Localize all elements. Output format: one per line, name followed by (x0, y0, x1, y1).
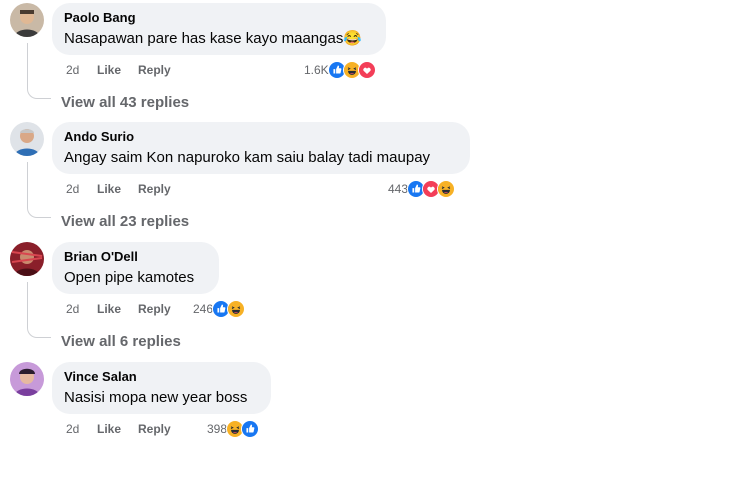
comment-author[interactable]: Paolo Bang (64, 10, 374, 26)
view-replies-link[interactable]: View all 43 replies (61, 94, 189, 112)
comment-2: Ando Surio Angay saim Kon napuroko kam s… (0, 122, 750, 242)
comment-1: Paolo Bang Nasapawan pare has kase kayo … (0, 3, 750, 123)
comment-bubble: Ando Surio Angay saim Kon napuroko kam s… (52, 122, 470, 174)
view-replies-link[interactable]: View all 23 replies (61, 213, 189, 231)
comment-text: Nasapawan pare has kase kayo maangas😂 (64, 30, 363, 47)
reaction-count: 398 (207, 422, 228, 436)
reply-button[interactable]: Reply (138, 421, 171, 437)
reply-thread-line (27, 282, 51, 338)
comment-time[interactable]: 2d (66, 62, 79, 78)
comment-time[interactable]: 2d (66, 181, 79, 197)
reaction-summary[interactable]: 398 (207, 419, 260, 439)
comment-bubble: Paolo Bang Nasapawan pare has kase kayo … (52, 3, 386, 55)
reaction-count: 443 (388, 182, 409, 196)
comment-bubble: Brian O'Dell Open pipe kamotes (52, 242, 219, 294)
comment-4: Vince Salan Nasisi mopa new year boss 2d… (0, 362, 750, 482)
reply-button[interactable]: Reply (138, 62, 171, 78)
reaction-summary[interactable]: 443 (388, 179, 456, 199)
like-reaction-icon (241, 420, 260, 438)
comment-bubble: Vince Salan Nasisi mopa new year boss (52, 362, 271, 414)
reaction-summary[interactable]: 246 (193, 299, 246, 319)
comment-author[interactable]: Brian O'Dell (64, 249, 207, 265)
comment-text: Angay saim Kon napuroko kam saiu balay t… (64, 149, 431, 166)
haha-reaction-icon (437, 180, 456, 198)
like-button[interactable]: Like (97, 421, 121, 437)
reply-thread-line (27, 43, 51, 99)
laughing-emoji-icon: 😂 (343, 30, 363, 47)
reply-thread-line (27, 162, 51, 218)
comment-author[interactable]: Vince Salan (64, 369, 259, 385)
reaction-count: 1.6K (304, 63, 329, 77)
love-reaction-icon (357, 61, 376, 79)
reaction-count: 246 (193, 302, 214, 316)
avatar[interactable] (10, 122, 44, 156)
like-button[interactable]: Like (97, 181, 121, 197)
view-replies-link[interactable]: View all 6 replies (61, 333, 181, 351)
comment-3: Brian O'Dell Open pipe kamotes 2d Like R… (0, 242, 750, 362)
haha-reaction-icon (227, 300, 246, 318)
reply-button[interactable]: Reply (138, 301, 171, 317)
avatar[interactable] (10, 3, 44, 37)
avatar[interactable] (10, 242, 44, 276)
like-button[interactable]: Like (97, 301, 121, 317)
reaction-summary[interactable]: 1.6K (304, 60, 376, 80)
avatar[interactable] (10, 362, 44, 396)
comment-time[interactable]: 2d (66, 421, 79, 437)
reply-button[interactable]: Reply (138, 181, 171, 197)
comment-text: Nasisi mopa new year boss (64, 389, 248, 406)
comment-author[interactable]: Ando Surio (64, 129, 458, 145)
like-button[interactable]: Like (97, 62, 121, 78)
comment-text: Open pipe kamotes (64, 269, 195, 286)
comment-time[interactable]: 2d (66, 301, 79, 317)
